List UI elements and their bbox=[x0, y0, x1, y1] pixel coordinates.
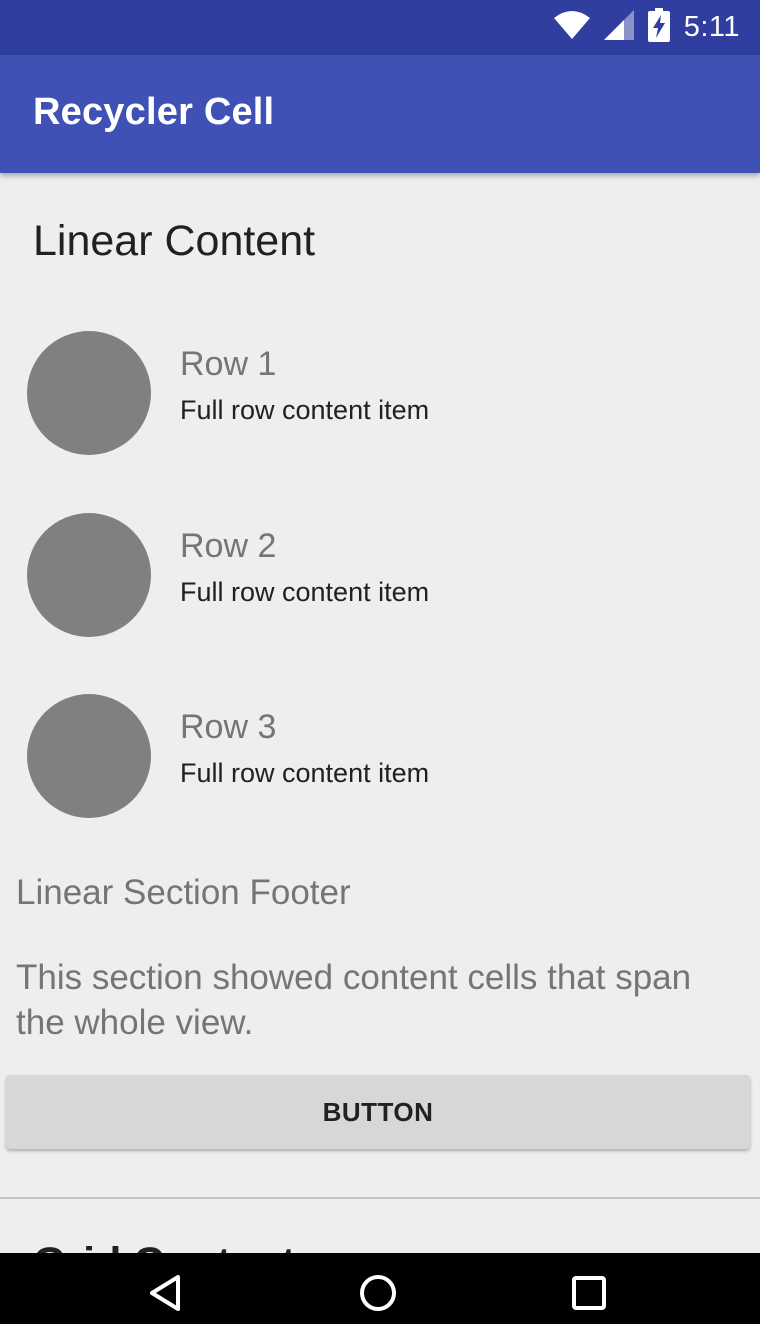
section-header-grid: Grid Content bbox=[33, 1239, 296, 1253]
row-subtitle: Full row content item bbox=[180, 758, 430, 788]
row-title: Row 2 bbox=[180, 527, 277, 565]
section-footer-description: This section showed content cells that s… bbox=[16, 958, 692, 1042]
section-divider bbox=[0, 1197, 760, 1199]
avatar bbox=[27, 331, 151, 455]
section-footer-title: Linear Section Footer bbox=[16, 873, 351, 912]
back-icon[interactable] bbox=[136, 1263, 196, 1323]
list-item[interactable]: Row 3 Full row content item bbox=[0, 694, 760, 854]
wifi-icon bbox=[553, 10, 590, 45]
recents-icon[interactable] bbox=[559, 1263, 619, 1323]
section-button[interactable]: BUTTON bbox=[6, 1075, 750, 1149]
list-item[interactable]: Row 2 Full row content item bbox=[0, 513, 760, 673]
list-item[interactable]: Row 1 Full row content item bbox=[0, 331, 760, 491]
row-subtitle: Full row content item bbox=[180, 395, 430, 425]
home-icon[interactable] bbox=[348, 1263, 408, 1323]
cell-signal-icon bbox=[603, 10, 634, 45]
app-title: Recycler Cell bbox=[33, 91, 275, 133]
status-bar: 5:11 bbox=[0, 0, 760, 55]
status-time: 5:11 bbox=[683, 11, 740, 43]
row-subtitle: Full row content item bbox=[180, 577, 430, 607]
battery-charging-icon bbox=[647, 8, 670, 47]
navigation-bar bbox=[0, 1253, 760, 1324]
recycler-list[interactable]: Linear Content Row 1 Full row content it… bbox=[0, 173, 760, 1253]
avatar bbox=[27, 513, 151, 637]
section-header-linear: Linear Content bbox=[33, 217, 316, 265]
app-bar: Recycler Cell bbox=[0, 55, 760, 173]
avatar bbox=[27, 694, 151, 818]
row-title: Row 3 bbox=[180, 708, 277, 746]
status-icons: 5:11 bbox=[553, 0, 740, 55]
row-title: Row 1 bbox=[180, 345, 277, 383]
